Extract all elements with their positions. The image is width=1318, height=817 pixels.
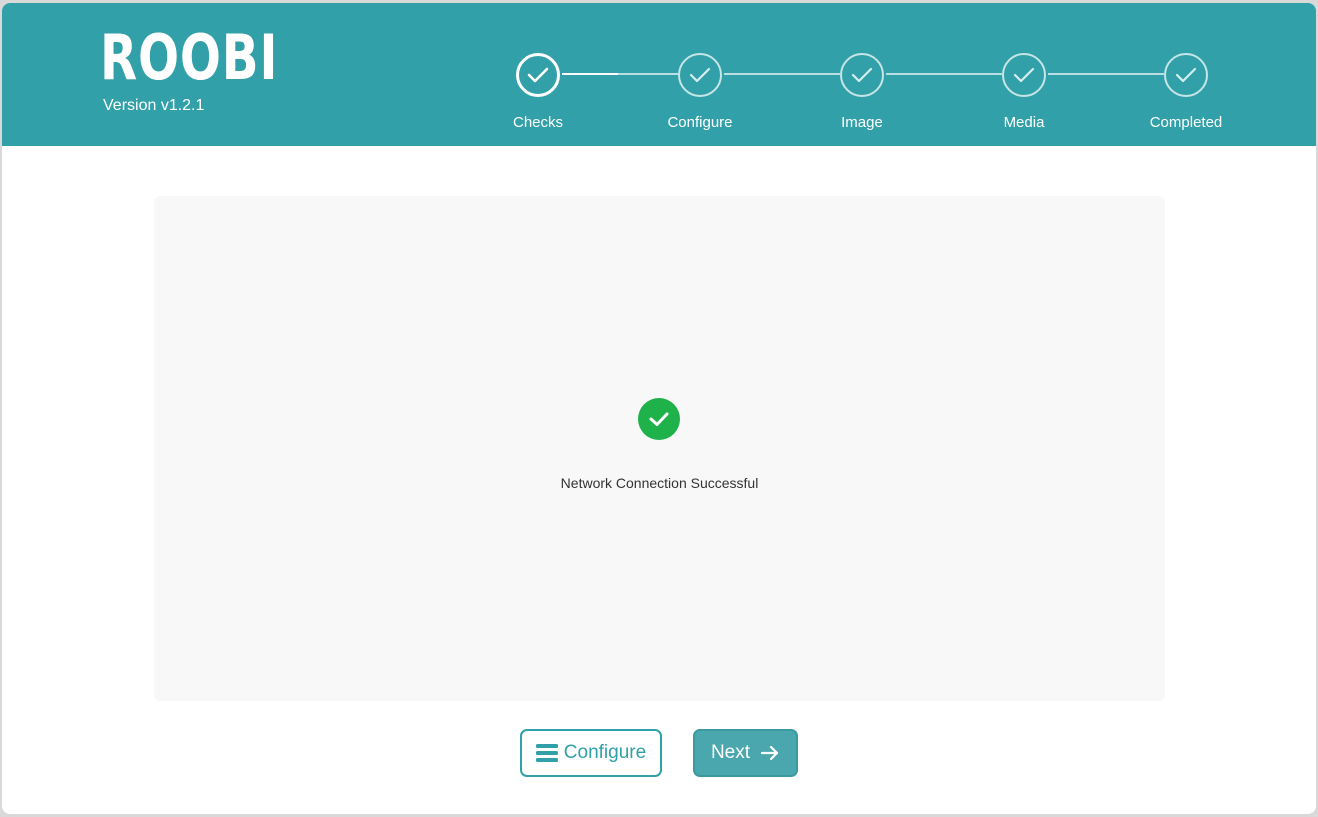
check-icon: [689, 67, 711, 83]
configure-button-label: Configure: [563, 742, 647, 763]
step-label-checks: Checks: [512, 114, 564, 131]
step-connector: [886, 73, 1002, 75]
step-connector: [562, 73, 618, 75]
progress-stepper: Checks Configure Image Media Completed: [2, 3, 1316, 146]
status-panel: Network Connection Successful: [154, 196, 1165, 701]
step-label-configure: Configure: [667, 114, 733, 131]
step-media-indicator: [1002, 53, 1046, 97]
step-connector: [724, 73, 840, 75]
app-window: ROOBI Version v1.2.1 Checks Configure Im…: [2, 3, 1316, 814]
step-connector: [1048, 73, 1164, 75]
step-label-image: Image: [841, 114, 883, 131]
check-circle-icon: [638, 398, 680, 440]
status-message: Network Connection Successful: [560, 475, 759, 491]
step-configure-indicator: [678, 53, 722, 97]
header: ROOBI Version v1.2.1 Checks Configure Im…: [2, 3, 1316, 146]
check-icon: [1013, 67, 1035, 83]
step-label-completed: Completed: [1149, 114, 1223, 131]
next-button-label: Next: [710, 742, 751, 763]
step-connector: [618, 73, 678, 75]
check-icon: [1175, 67, 1197, 83]
step-image-indicator: [840, 53, 884, 97]
menu-icon: [535, 743, 558, 763]
step-completed-indicator: [1164, 53, 1208, 97]
step-label-media: Media: [1003, 114, 1045, 131]
check-icon: [527, 67, 549, 83]
check-icon: [851, 67, 873, 83]
step-checks-indicator: [516, 53, 560, 97]
next-button[interactable]: Next: [693, 729, 798, 777]
configure-button[interactable]: Configure: [520, 729, 662, 777]
arrow-right-icon: [760, 745, 780, 761]
